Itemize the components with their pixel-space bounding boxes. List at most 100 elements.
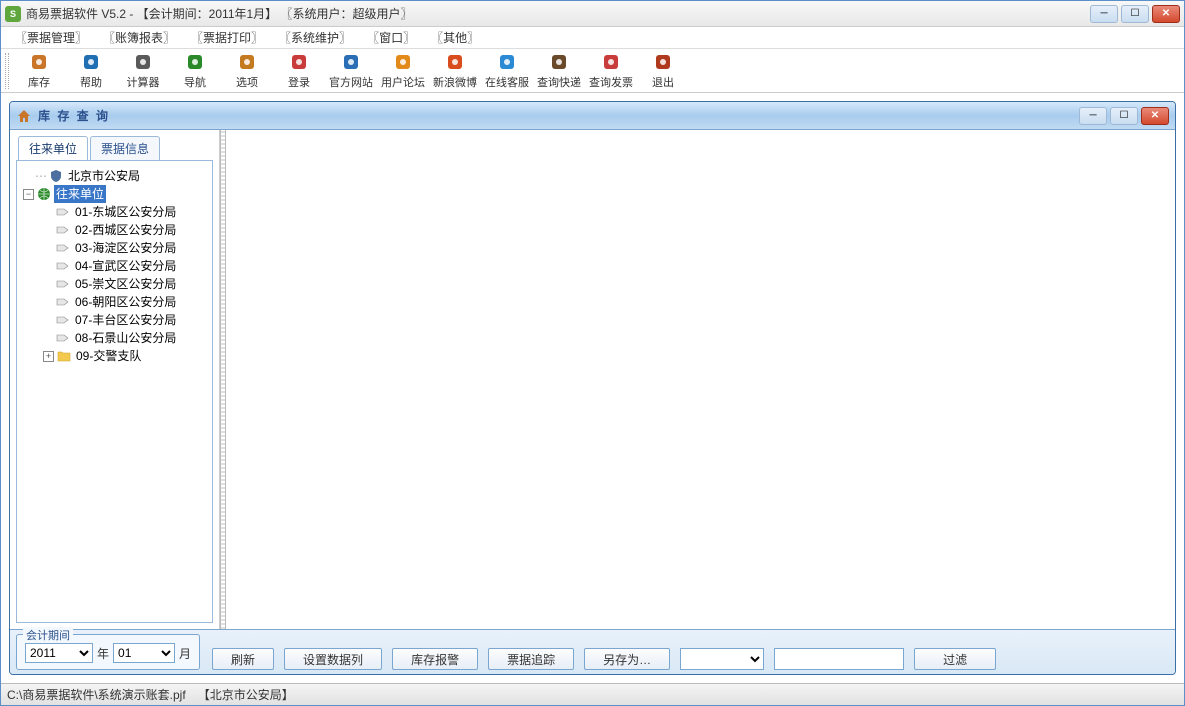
exit-icon — [653, 52, 673, 72]
tag-icon — [55, 205, 71, 219]
tag-icon — [55, 241, 71, 255]
menu-window[interactable]: 〖窗口〗 — [359, 27, 423, 48]
toolbar-grip — [5, 53, 9, 89]
tool-help[interactable]: 帮助 — [65, 51, 117, 91]
inner-minimize-button[interactable]: ─ — [1079, 107, 1107, 125]
tag-icon — [55, 223, 71, 237]
tree-item[interactable]: 05-崇文区公安分局 — [19, 275, 210, 293]
inner-close-button[interactable]: ✕ — [1141, 107, 1169, 125]
tree-folder[interactable]: + 09-交警支队 — [19, 347, 210, 365]
filter-field-select[interactable] — [680, 648, 764, 670]
tool-invoice[interactable]: 查询发票 — [585, 51, 637, 91]
filter-button[interactable]: 过滤 — [914, 648, 996, 670]
tool-forum[interactable]: 用户论坛 — [377, 51, 429, 91]
year-unit: 年 — [97, 645, 109, 662]
tree-item-label: 04-宣武区公安分局 — [73, 257, 178, 275]
tool-weibo[interactable]: 新浪微博 — [429, 51, 481, 91]
tab-units[interactable]: 往来单位 — [18, 136, 88, 160]
month-select[interactable]: 01 — [113, 643, 175, 663]
toolbar: 库存 帮助 计算器 导航选项登录 官方网站用户论坛新浪微博在线客服查询快递查询发票退出 — [1, 49, 1184, 93]
tool-nav[interactable]: 导航 — [169, 51, 221, 91]
report-button[interactable]: 库存报警 — [392, 648, 478, 670]
menu-system-maint[interactable]: 〖系统维护〗 — [271, 27, 359, 48]
tool-calc[interactable]: 计算器 — [117, 51, 169, 91]
shield-icon — [48, 169, 64, 183]
tree-item-label: 06-朝阳区公安分局 — [73, 293, 178, 311]
forum-icon — [393, 52, 413, 72]
tree-item[interactable]: 06-朝阳区公安分局 — [19, 293, 210, 311]
tool-login[interactable]: 登录 — [273, 51, 325, 91]
tree-item-label: 07-丰台区公安分局 — [73, 311, 178, 329]
tool-label: 官方网站 — [329, 74, 373, 90]
menu-other[interactable]: 〖其他〗 — [423, 27, 487, 48]
tree-item[interactable]: 02-西城区公安分局 — [19, 221, 210, 239]
tree-item[interactable]: 04-宣武区公安分局 — [19, 257, 210, 275]
tool-label: 用户论坛 — [381, 74, 425, 90]
tool-label: 在线客服 — [485, 74, 529, 90]
tree-item[interactable]: 01-东城区公安分局 — [19, 203, 210, 221]
main-maximize-button[interactable]: ☐ — [1121, 5, 1149, 23]
menu-bar: 〖票据管理〗 〖账簿报表〗 〖票据打印〗 〖系统维护〗 〖窗口〗 〖其他〗 — [1, 27, 1184, 49]
unit-tree[interactable]: ⋯ 北京市公安局 − 往来单位 — [16, 160, 213, 623]
tree-item-label: 01-东城区公安分局 — [73, 203, 178, 221]
tool-label: 库存 — [28, 74, 50, 90]
tree-item[interactable]: 08-石景山公安分局 — [19, 329, 210, 347]
tool-label: 导航 — [184, 74, 206, 90]
tool-label: 帮助 — [80, 74, 102, 90]
status-path: C:\商易票据软件\系统演示账套.pjf — [7, 686, 186, 703]
year-select[interactable]: 2011 — [25, 643, 93, 663]
expand-icon[interactable]: + — [43, 351, 54, 362]
tree-item[interactable]: 03-海淀区公安分局 — [19, 239, 210, 257]
tool-label: 新浪微博 — [433, 74, 477, 90]
tool-label: 查询发票 — [589, 74, 633, 90]
tag-icon — [55, 331, 71, 345]
home-icon — [29, 52, 49, 72]
tool-label: 计算器 — [127, 74, 160, 90]
tool-home[interactable]: 库存 — [13, 51, 65, 91]
tree-group[interactable]: − 往来单位 — [19, 185, 210, 203]
tree-item-label: 08-石景山公安分局 — [73, 329, 178, 347]
menu-ledger-report[interactable]: 〖账簿报表〗 — [95, 27, 183, 48]
menu-bill-print[interactable]: 〖票据打印〗 — [183, 27, 271, 48]
main-close-button[interactable]: ✕ — [1152, 5, 1180, 23]
content-area — [226, 130, 1175, 629]
tool-express[interactable]: 查询快递 — [533, 51, 585, 91]
saveas-button[interactable]: 另存为… — [584, 648, 670, 670]
tree-root[interactable]: ⋯ 北京市公安局 — [19, 167, 210, 185]
tag-icon — [55, 313, 71, 327]
tree-item-label: 02-西城区公安分局 — [73, 221, 178, 239]
nav-icon — [185, 52, 205, 72]
options-icon — [237, 52, 257, 72]
tree-item-label: 05-崇文区公安分局 — [73, 275, 178, 293]
inner-footer: 会计期间 2011 年 01 月 刷新 设置数据列 — [10, 629, 1175, 674]
tag-icon — [55, 277, 71, 291]
help-icon — [81, 52, 101, 72]
inner-maximize-button[interactable]: ☐ — [1110, 107, 1138, 125]
trace-button[interactable]: 票据追踪 — [488, 648, 574, 670]
columns-button[interactable]: 设置数据列 — [284, 648, 382, 670]
tool-label: 查询快递 — [537, 74, 581, 90]
tool-web[interactable]: 官方网站 — [325, 51, 377, 91]
main-minimize-button[interactable]: ─ — [1090, 5, 1118, 23]
refresh-button[interactable]: 刷新 — [212, 648, 274, 670]
folder-icon — [56, 349, 72, 363]
tree-folder-label: 09-交警支队 — [74, 347, 143, 365]
weibo-icon — [445, 52, 465, 72]
filter-text-input[interactable] — [774, 648, 904, 670]
sidebar: 往来单位 票据信息 ⋯ 北京市公安局 — [10, 130, 220, 629]
tool-exit[interactable]: 退出 — [637, 51, 689, 91]
qq-icon — [497, 52, 517, 72]
tab-bill-info[interactable]: 票据信息 — [90, 136, 160, 160]
month-unit: 月 — [179, 645, 191, 662]
tool-options[interactable]: 选项 — [221, 51, 273, 91]
app-icon: S — [5, 6, 21, 22]
collapse-icon[interactable]: − — [23, 189, 34, 200]
invoice-icon — [601, 52, 621, 72]
tool-label: 登录 — [288, 74, 310, 90]
tree-item-label: 03-海淀区公安分局 — [73, 239, 178, 257]
tool-qq[interactable]: 在线客服 — [481, 51, 533, 91]
tag-icon — [55, 295, 71, 309]
tree-item[interactable]: 07-丰台区公安分局 — [19, 311, 210, 329]
menu-bill-manage[interactable]: 〖票据管理〗 — [7, 27, 95, 48]
web-icon — [341, 52, 361, 72]
